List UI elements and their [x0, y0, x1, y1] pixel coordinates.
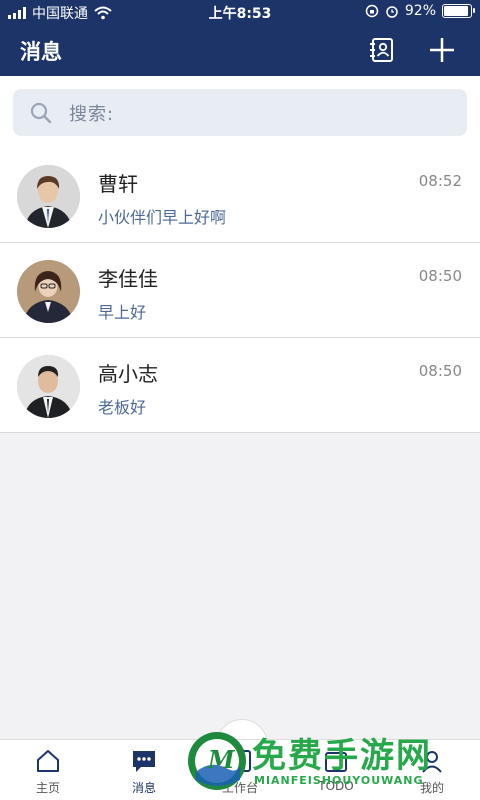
search-icon [30, 102, 52, 123]
app-header: 消息 [0, 24, 480, 76]
message-preview: 老板好 [98, 398, 147, 417]
conversation-row[interactable]: 李佳佳 08:50 早上好 [0, 243, 480, 338]
home-icon [37, 750, 59, 772]
tab-label: 我的 [419, 781, 444, 795]
tab-label: 消息 [131, 781, 156, 795]
search-section: 搜索: [0, 76, 480, 148]
message-time: 08:50 [418, 362, 462, 380]
tab-workbench[interactable]: 工作台 [192, 740, 288, 800]
contact-name: 李佳佳 [98, 267, 158, 291]
contacts-icon[interactable] [368, 36, 396, 64]
contact-name: 曹轩 [98, 172, 138, 196]
tab-todo[interactable]: TODO [288, 740, 384, 800]
calendar-icon [325, 752, 347, 772]
avatar [17, 165, 80, 228]
battery-percent: 92% [404, 3, 436, 19]
message-time: 08:52 [418, 172, 462, 190]
plus-icon[interactable] [428, 36, 456, 64]
rotation-lock-icon [365, 4, 379, 18]
alarm-icon [386, 6, 398, 18]
workbench-icon [229, 750, 251, 772]
tab-profile[interactable]: 我的 [384, 740, 480, 800]
tab-label: TODO [318, 779, 354, 793]
page-title: 消息 [20, 40, 62, 64]
battery-fill [444, 6, 468, 16]
message-time: 08:50 [418, 267, 462, 285]
avatar [17, 355, 80, 418]
tab-bar: 主页 消息 工作台 TODO 我的 [0, 739, 480, 800]
profile-icon [422, 751, 442, 773]
message-preview: 小伙伴们早上好啊 [98, 208, 227, 227]
search-input[interactable]: 搜索: [13, 89, 467, 136]
contact-name: 高小志 [98, 362, 158, 386]
conversation-row[interactable]: 高小志 08:50 老板好 [0, 338, 480, 433]
status-right: 92% [365, 3, 475, 19]
battery-icon [442, 4, 475, 18]
tab-home[interactable]: 主页 [0, 740, 96, 800]
conversation-list: 曹轩 08:52 小伙伴们早上好啊 李佳佳 08:50 早上好 高小志 08:5… [0, 148, 480, 433]
message-preview: 早上好 [98, 303, 147, 322]
tab-label: 主页 [35, 781, 60, 795]
search-placeholder: 搜索: [69, 103, 115, 125]
avatar [17, 260, 80, 323]
status-bar: 中国联通 上午8:53 92% [0, 0, 480, 24]
tab-label: 工作台 [221, 781, 258, 795]
tab-messages[interactable]: 消息 [96, 740, 192, 800]
chat-icon [133, 751, 155, 772]
conversation-row[interactable]: 曹轩 08:52 小伙伴们早上好啊 [0, 148, 480, 243]
